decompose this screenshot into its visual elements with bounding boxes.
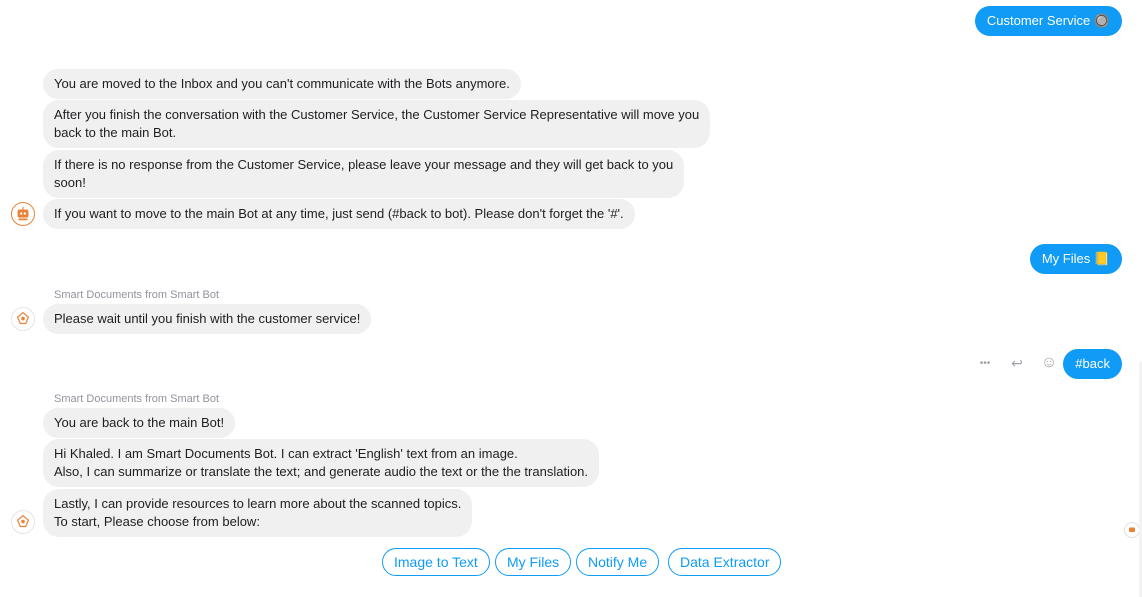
bot-message: After you finish the conversation with t… [43, 100, 711, 148]
sender-name: Smart Documents from Smart Bot [54, 393, 220, 405]
smiley-icon[interactable]: ☺ [1040, 354, 1058, 372]
message-actions: ••• ↩ ☺ [976, 353, 1058, 373]
smart-bot-logo-icon [1129, 527, 1135, 532]
bot-message: You are back to the main Bot! [43, 408, 236, 438]
smart-bot-logo-icon [16, 514, 30, 528]
bot-message: Please wait until you finish with the cu… [43, 304, 372, 334]
bot-avatar[interactable] [11, 202, 35, 226]
smart-bot-logo-icon [16, 311, 30, 325]
outgoing-message-back[interactable]: #back [1063, 349, 1122, 379]
bot-message: You are moved to the Inbox and you can't… [43, 69, 521, 99]
more-dots-icon[interactable]: ••• [976, 358, 994, 369]
quick-reply-data-extractor[interactable]: Data Extractor [668, 548, 782, 576]
smart-bot-logo-icon [17, 206, 29, 221]
quick-reply-notify-me[interactable]: Notify Me [576, 548, 660, 576]
outgoing-message-customer-service[interactable]: Customer Service 🔘 [974, 6, 1122, 36]
bot-avatar[interactable] [11, 307, 35, 331]
bot-avatar[interactable] [11, 510, 35, 534]
bot-message: If you want to move to the main Bot at a… [43, 199, 635, 229]
outgoing-message-my-files[interactable]: My Files 📒 [1029, 244, 1122, 274]
quick-reply-image-to-text[interactable]: Image to Text [382, 548, 490, 576]
bot-message: Hi Khaled. I am Smart Documents Bot. I c… [43, 439, 600, 487]
bot-message: If there is no response from the Custome… [43, 150, 685, 198]
sender-name: Smart Documents from Smart Bot [54, 289, 220, 301]
quick-reply-my-files[interactable]: My Files [495, 548, 572, 576]
read-receipt-avatar [1124, 522, 1140, 538]
bot-message: Lastly, I can provide resources to learn… [43, 489, 473, 537]
reply-icon[interactable]: ↩ [1008, 355, 1026, 372]
